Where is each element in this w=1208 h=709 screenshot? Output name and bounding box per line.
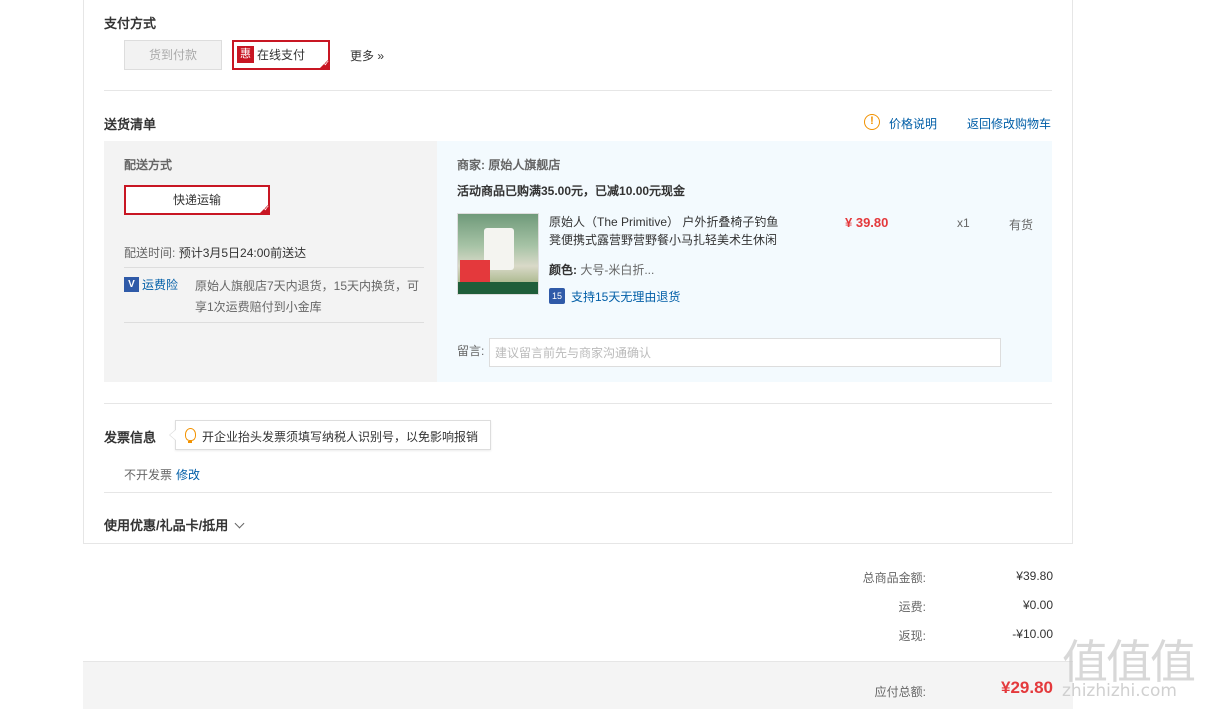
invoice-tip-text: 开企业抬头发票须填写纳税人识别号，以免影响报销 xyxy=(202,430,479,444)
price-note-link[interactable]: 价格说明 xyxy=(889,115,937,132)
delivery-method-title: 配送方式 xyxy=(124,158,173,172)
rebate-value: -¥10.00 xyxy=(1012,627,1053,641)
product-price: ¥ 39.80 xyxy=(845,215,889,230)
merchant-label: 商家: xyxy=(457,158,485,172)
invoice-status-text: 不开发票 xyxy=(124,468,173,482)
divider xyxy=(104,403,1052,404)
product-name[interactable]: 原始人（The Primitive） 户外折叠椅子钓鱼凳便携式露营野营野餐小马扎… xyxy=(549,213,789,249)
more-payment-link[interactable]: 更多 » xyxy=(350,47,384,64)
express-delivery-button[interactable]: 快递运输 xyxy=(124,185,270,215)
product-quantity: x1 xyxy=(957,216,970,230)
return-policy-text: 支持15天无理由退货 xyxy=(571,290,681,304)
invoice-edit-link[interactable]: 修改 xyxy=(176,468,200,482)
delivery-time-value: 预计3月5日24:00前送达 xyxy=(178,246,307,260)
invoice-status: 不开发票 修改 xyxy=(124,466,200,483)
return-policy-icon: 15 xyxy=(549,288,565,304)
shipping-insurance-link[interactable]: 运费险 xyxy=(142,276,178,293)
checkout-panel: 支付方式 货到付款 惠在线支付 更多 » 送货清单 ! 价格说明 返回修改购物车… xyxy=(83,0,1073,544)
delivery-box: 配送方式 快递运输 配送时间: 预计3月5日24:00前送达 V 运费险 原始人… xyxy=(104,141,437,382)
shield-icon: V xyxy=(124,277,139,292)
divider xyxy=(124,322,424,323)
coupon-label: 使用优惠/礼品卡/抵用 xyxy=(104,518,229,533)
product-strip-graphic xyxy=(458,282,538,294)
goods-total-value: ¥39.80 xyxy=(1016,569,1053,583)
stock-status: 有货 xyxy=(1009,218,1034,232)
merchant-info: 商家: 原始人旗舰店 xyxy=(457,156,560,173)
shipping-insurance-text: 原始人旗舰店7天内退货，15天内换货，可享1次运费赔付到小金库 xyxy=(195,279,420,314)
divider xyxy=(104,90,1052,91)
product-image[interactable] xyxy=(457,213,539,295)
promo-text: 活动商品已购满35.00元，已减10.00元现金 xyxy=(457,184,686,198)
invoice-title: 发票信息 xyxy=(104,430,157,445)
store-box: 商家: 原始人旗舰店 活动商品已购满35.00元，已减10.00元现金 原始人（… xyxy=(437,141,1052,382)
discount-badge-icon: 惠 xyxy=(237,46,254,64)
total-label: 应付总额: xyxy=(874,685,926,699)
shipping-fee-label: 运费: xyxy=(898,600,926,614)
shipping-list-title: 送货清单 xyxy=(104,117,157,132)
rebate-label: 返现: xyxy=(898,629,926,643)
online-payment-button[interactable]: 惠在线支付 xyxy=(232,40,330,70)
invoice-tip: 开企业抬头发票须填写纳税人识别号，以免影响报销 xyxy=(169,420,491,450)
express-delivery-label: 快递运输 xyxy=(172,193,221,207)
delivery-time: 配送时间: 预计3月5日24:00前送达 xyxy=(124,244,306,261)
goods-total-label: 总商品金额: xyxy=(862,571,926,585)
merchant-name: 原始人旗舰店 xyxy=(488,158,561,172)
lightbulb-icon xyxy=(185,428,196,443)
selected-check-icon xyxy=(258,203,270,215)
product-color: 颜色: 大号-米白折... xyxy=(549,261,654,278)
total-value: ¥29.80 xyxy=(1001,678,1053,697)
chevron-down-icon xyxy=(234,518,245,529)
color-value: 大号-米白折... xyxy=(580,263,655,277)
cash-on-delivery-button[interactable]: 货到付款 xyxy=(124,40,222,70)
delivery-time-label: 配送时间: xyxy=(124,246,176,260)
divider xyxy=(104,492,1052,493)
coupon-toggle[interactable]: 使用优惠/礼品卡/抵用 xyxy=(104,515,245,534)
color-label: 颜色: xyxy=(549,263,577,277)
shipping-fee-value: ¥0.00 xyxy=(1022,598,1053,612)
online-payment-label: 在线支付 xyxy=(257,48,306,62)
back-to-cart-link[interactable]: 返回修改购物车 xyxy=(967,115,1051,132)
memo-label: 留言: xyxy=(457,344,485,358)
selected-check-icon xyxy=(318,58,330,70)
price-note-icon: ! xyxy=(864,114,880,130)
memo-input[interactable] xyxy=(489,338,1001,367)
payment-title: 支付方式 xyxy=(104,16,157,31)
watermark-text: zhizhizhi.com xyxy=(1062,681,1177,701)
divider xyxy=(124,267,424,268)
